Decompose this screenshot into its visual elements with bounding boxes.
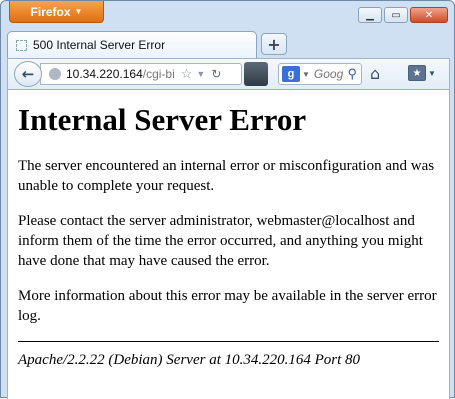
plus-icon: + (267, 34, 281, 54)
tab-active[interactable]: 500 Internal Server Error (7, 31, 257, 58)
url-bar[interactable]: 10.34.220.164 /cgi-bi ☆ ▼ ↻ (40, 63, 242, 85)
url-host: 10.34.220.164 (66, 67, 143, 81)
maximize-icon: ▭ (391, 9, 401, 21)
chevron-down-icon: ▼ (74, 7, 83, 16)
maximize-button[interactable]: ▭ (384, 7, 408, 23)
bookmarks-icon: ★ (408, 65, 426, 81)
back-button[interactable]: ← (14, 61, 42, 87)
divider (18, 341, 439, 342)
minimize-button[interactable]: ▁ (358, 7, 382, 23)
home-icon[interactable]: ⌂ (370, 64, 380, 83)
minimize-icon: ▁ (366, 9, 374, 21)
close-icon: ✕ (424, 9, 434, 21)
search-icon[interactable]: ⚲ (347, 66, 357, 82)
browser-window: Firefox ▼ ▁ ▭ ✕ 500 Internal Server Erro… (0, 0, 455, 399)
firefox-menu-button[interactable]: Firefox ▼ (9, 1, 104, 23)
star-icon[interactable]: ☆ (181, 66, 193, 82)
firefox-menu-label: Firefox (30, 4, 71, 19)
navigation-toolbar: 10.34.220.164 /cgi-bi ☆ ▼ ↻ ← g ▼ Goog ⚲… (7, 58, 450, 90)
tab-title: 500 Internal Server Error (33, 38, 166, 52)
page-title: Internal Server Error (18, 102, 307, 137)
page-content: Internal Server Error The server encount… (7, 90, 450, 399)
bookmarks-button[interactable]: ★ ▼ (408, 65, 436, 81)
chevron-down-icon[interactable]: ▼ (196, 69, 205, 79)
error-paragraph: The server encountered an internal error… (18, 158, 435, 194)
feed-icon[interactable] (244, 62, 268, 86)
reload-icon[interactable]: ↻ (211, 67, 221, 81)
chevron-down-icon: ▼ (428, 68, 436, 78)
search-bar[interactable]: g ▼ Goog ⚲ (278, 63, 362, 85)
globe-icon (49, 68, 61, 80)
window-controls: ▁ ▭ ✕ (358, 7, 448, 23)
url-path: /cgi-bi (142, 67, 175, 81)
contact-paragraph: Please contact the server administrator,… (18, 213, 423, 269)
page-favicon-icon (16, 39, 27, 51)
back-arrow-icon: ← (21, 65, 35, 83)
new-tab-button[interactable]: + (261, 33, 287, 55)
more-info-paragraph: More information about this error may be… (18, 288, 437, 324)
close-button[interactable]: ✕ (410, 7, 448, 23)
google-icon[interactable]: g (282, 66, 300, 82)
chevron-down-icon[interactable]: ▼ (302, 70, 310, 79)
server-signature: Apache/2.2.22 (Debian) Server at 10.34.2… (18, 352, 361, 368)
search-placeholder: Goog (313, 67, 344, 81)
